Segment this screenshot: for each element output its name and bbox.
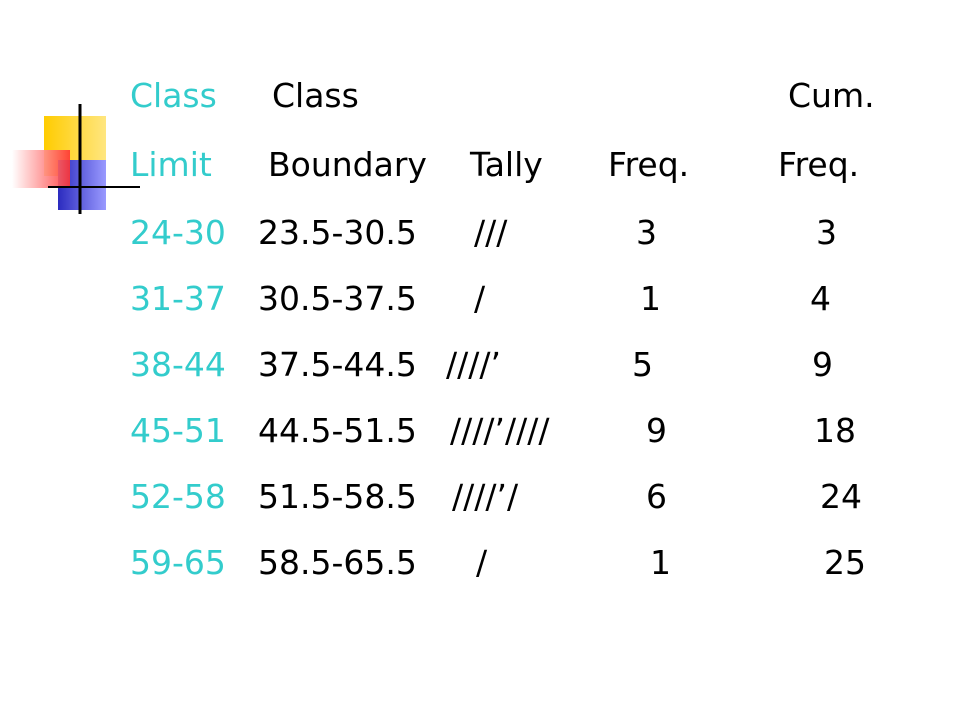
class-boundary-cell: 51.5-58.5: [258, 477, 417, 516]
header-frequency: Freq.: [608, 145, 690, 184]
class-boundary-cell: 37.5-44.5: [258, 345, 417, 384]
frequency-cell: 1: [640, 279, 661, 318]
class-boundary-cell: 58.5-65.5: [258, 543, 417, 582]
tally-cell: ////’/: [452, 477, 519, 516]
table-row: 24-30 23.5-30.5 /// 3 3: [0, 211, 960, 271]
frequency-cell: 9: [646, 411, 667, 450]
class-limit-cell: 31-37: [130, 279, 226, 318]
tally-cell: ////’: [446, 345, 501, 384]
class-limit-cell: 24-30: [130, 213, 226, 252]
frequency-cell: 3: [636, 213, 657, 252]
table-row: 45-51 44.5-51.5 ////’//// 9 18: [0, 409, 960, 469]
table-row: 38-44 37.5-44.5 ////’ 5 9: [0, 343, 960, 403]
class-boundary-cell: 23.5-30.5: [258, 213, 417, 252]
cumulative-frequency-cell: 25: [824, 543, 866, 582]
frequency-cell: 1: [650, 543, 671, 582]
table-row: 31-37 30.5-37.5 / 1 4: [0, 277, 960, 337]
frequency-cell: 6: [646, 477, 667, 516]
cumulative-frequency-cell: 3: [816, 213, 837, 252]
header-class-boundary-line2: Boundary: [268, 145, 427, 184]
cumulative-frequency-cell: 4: [810, 279, 831, 318]
header-tally: Tally: [470, 145, 543, 184]
tally-cell: /: [474, 279, 486, 318]
class-boundary-cell: 44.5-51.5: [258, 411, 417, 450]
tally-cell: ///: [474, 213, 508, 252]
class-limit-cell: 38-44: [130, 345, 226, 384]
cumulative-frequency-cell: 9: [812, 345, 833, 384]
table-row: 59-65 58.5-65.5 / 1 25: [0, 541, 960, 601]
cumulative-frequency-cell: 18: [814, 411, 856, 450]
class-limit-cell: 59-65: [130, 543, 226, 582]
header-cum-freq-line2: Freq.: [778, 145, 860, 184]
header-cum-freq-line1: Cum.: [788, 76, 875, 115]
cumulative-frequency-cell: 24: [820, 477, 862, 516]
header-class-boundary-line1: Class: [272, 76, 359, 115]
header-class-limit-line1: Class: [130, 76, 217, 115]
class-boundary-cell: 30.5-37.5: [258, 279, 417, 318]
tally-cell: ////’////: [450, 411, 550, 450]
table-header-row-2: Limit Boundary Tally Freq. Freq.: [0, 143, 960, 203]
frequency-cell: 5: [632, 345, 653, 384]
class-limit-cell: 45-51: [130, 411, 226, 450]
table-header-row-1: Class Class Cum.: [0, 74, 960, 134]
header-class-limit-line2: Limit: [130, 145, 212, 184]
table-row: 52-58 51.5-58.5 ////’/ 6 24: [0, 475, 960, 535]
class-limit-cell: 52-58: [130, 477, 226, 516]
tally-cell: /: [476, 543, 488, 582]
